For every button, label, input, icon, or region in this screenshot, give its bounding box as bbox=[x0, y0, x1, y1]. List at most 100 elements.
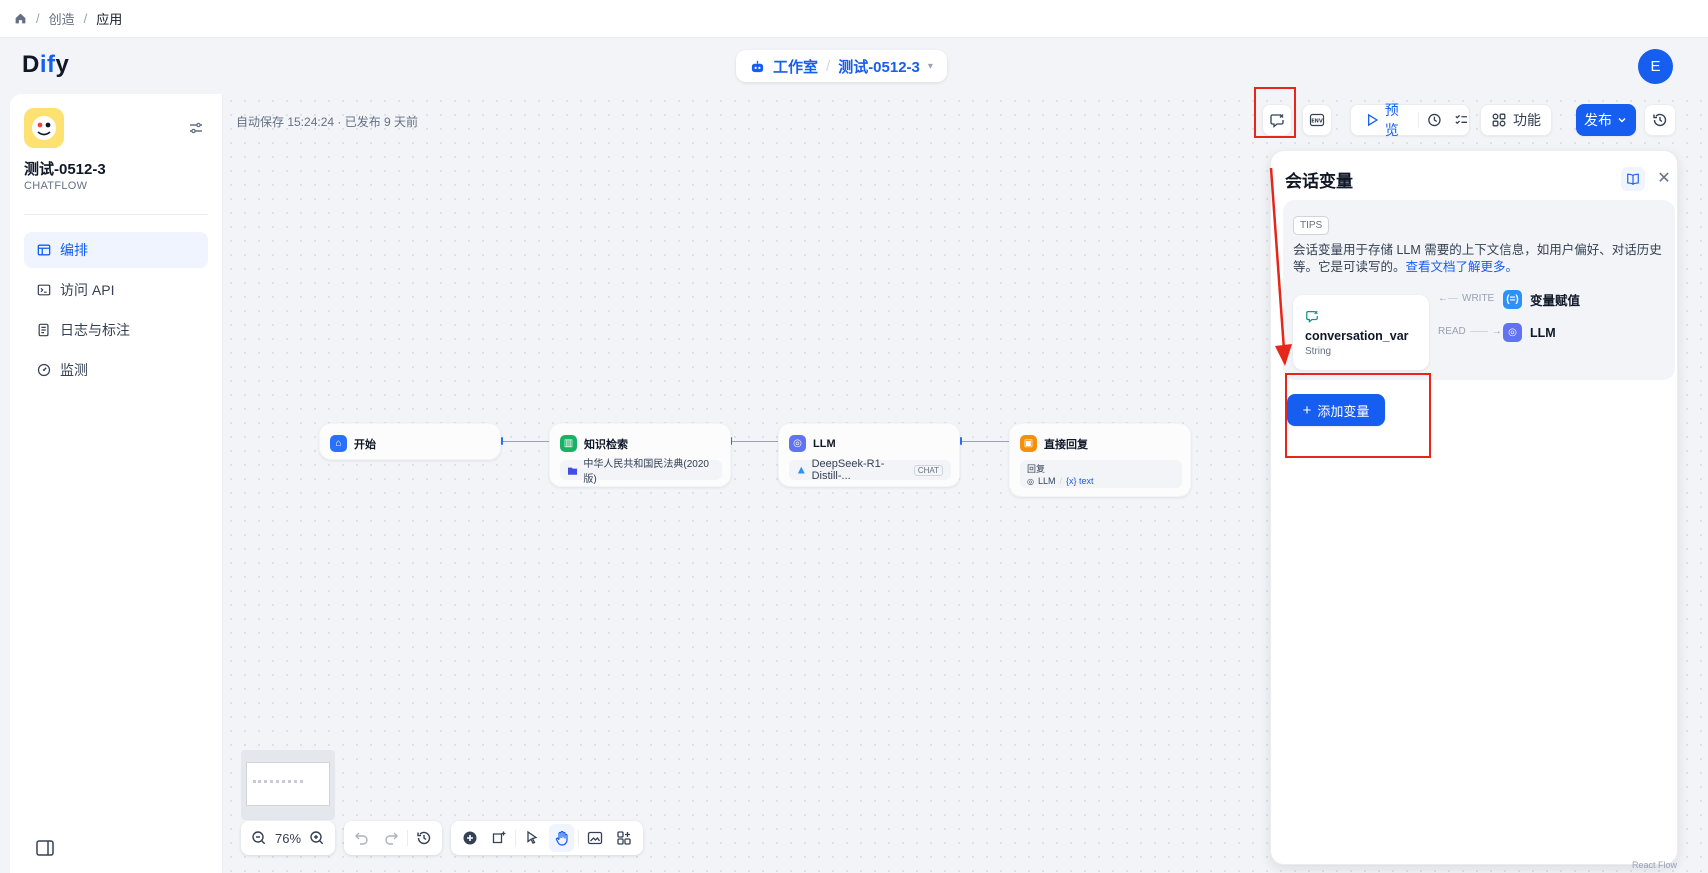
features-button[interactable]: 功能 bbox=[1480, 104, 1552, 136]
play-icon bbox=[1368, 113, 1379, 127]
gauge-icon bbox=[37, 363, 51, 377]
breadcrumb-item-create[interactable]: 创造 bbox=[49, 9, 75, 28]
chevron-down-icon bbox=[1618, 117, 1626, 123]
change-history-button[interactable] bbox=[412, 824, 436, 852]
home-icon[interactable] bbox=[14, 12, 27, 25]
node-knowledge-retrieval[interactable]: ▥ 知识检索 中华人民共和国民法典(2020版) bbox=[549, 423, 731, 487]
run-history-icon[interactable] bbox=[1427, 112, 1442, 128]
reply-icon: ▣ bbox=[1020, 435, 1037, 452]
breadcrumb-item-apps[interactable]: 应用 bbox=[96, 9, 122, 28]
add-note-button[interactable] bbox=[486, 824, 511, 852]
node-llm[interactable]: ◎ LLM DeepSeek-R1-Distill-... CHAT bbox=[778, 423, 960, 487]
redo-button[interactable] bbox=[378, 824, 402, 852]
edge-llm-answer bbox=[961, 441, 1015, 442]
sidebar-item-label: 日志与标注 bbox=[60, 322, 130, 338]
node-title: 开始 bbox=[354, 438, 376, 451]
node-title-row: ◎ LLM bbox=[789, 435, 836, 452]
chevron-down-icon[interactable]: ▾ bbox=[928, 61, 933, 72]
dify-logo[interactable]: Dify bbox=[22, 51, 69, 79]
variable-reference: ◎ LLM / {x} text bbox=[1027, 476, 1175, 486]
sidebar-item-logs[interactable]: 日志与标注 bbox=[24, 312, 208, 348]
separator: / bbox=[1059, 476, 1063, 486]
zoom-in-button[interactable] bbox=[305, 824, 329, 852]
book-open-icon bbox=[1627, 173, 1639, 185]
undo-button[interactable] bbox=[350, 824, 374, 852]
checklist-icon[interactable] bbox=[1454, 112, 1469, 128]
node-title: LLM bbox=[813, 437, 836, 450]
history-icon bbox=[1653, 113, 1667, 127]
dataset-chip: 中华人民共和国民法典(2020版) bbox=[560, 459, 722, 485]
source-handle[interactable] bbox=[501, 437, 503, 445]
organize-layout-button[interactable] bbox=[612, 824, 637, 852]
answer-content: 回复 ◎ LLM / {x} text bbox=[1020, 460, 1182, 488]
zoom-in-icon bbox=[310, 831, 324, 845]
preview-button[interactable]: 预览 bbox=[1365, 100, 1410, 140]
book-open-icon: ▥ bbox=[560, 435, 577, 452]
breadcrumb-separator: / bbox=[83, 11, 88, 26]
sidebar-collapse-icon[interactable] bbox=[36, 840, 54, 856]
sidebar-item-label: 访问 API bbox=[60, 282, 115, 298]
app-name[interactable]: 测试-0512-3 bbox=[838, 56, 920, 77]
write-node-name: 变量赋值 bbox=[1530, 294, 1581, 308]
llm-icon: ◎ bbox=[1503, 323, 1522, 342]
version-history-button[interactable] bbox=[1644, 104, 1676, 136]
layout-grid-icon bbox=[617, 831, 632, 845]
redo-icon bbox=[384, 832, 398, 845]
minimap-viewport[interactable] bbox=[246, 762, 330, 806]
zoom-level[interactable]: 76% bbox=[275, 831, 301, 846]
example-variable-card: conversation_var String bbox=[1293, 295, 1429, 370]
image-icon bbox=[588, 831, 603, 845]
pointer-mode-button[interactable] bbox=[520, 824, 545, 852]
workspace-name[interactable]: 工作室 bbox=[773, 56, 818, 77]
publish-button[interactable]: 发布 bbox=[1576, 104, 1636, 136]
read-node: ◎ LLM bbox=[1503, 323, 1556, 342]
write-label: WRITE bbox=[1462, 293, 1495, 304]
plus-circle-icon bbox=[463, 831, 477, 845]
settings-sliders-icon[interactable] bbox=[188, 120, 204, 136]
hand-mode-button[interactable] bbox=[548, 824, 575, 852]
env-variables-button[interactable]: ENV bbox=[1302, 104, 1332, 136]
sidebar-item-api[interactable]: 访问 API bbox=[24, 272, 208, 308]
add-node-button[interactable] bbox=[457, 824, 482, 852]
preview-toolbar-group: 预览 bbox=[1350, 102, 1470, 138]
history-controls bbox=[344, 821, 442, 855]
folder-icon bbox=[568, 467, 578, 475]
divider bbox=[24, 214, 208, 215]
annotation-highlight-box bbox=[1254, 87, 1296, 138]
workspace-app-switcher[interactable]: 工作室 / 测试-0512-3 ▾ bbox=[736, 50, 947, 82]
docs-button[interactable] bbox=[1621, 167, 1645, 191]
node-answer[interactable]: ▣ 直接回复 回复 ◎ LLM / {x} text bbox=[1009, 423, 1191, 497]
undo-icon bbox=[355, 832, 368, 845]
node-start[interactable]: ⌂ 开始 bbox=[319, 423, 501, 460]
avatar[interactable]: E bbox=[1638, 49, 1673, 84]
connector-line bbox=[1448, 298, 1458, 299]
publish-label: 发布 bbox=[1584, 112, 1612, 128]
sidebar-item-monitor[interactable]: 监测 bbox=[24, 352, 208, 388]
node-title: 知识检索 bbox=[584, 438, 628, 451]
app-icon bbox=[24, 108, 64, 148]
source-handle[interactable] bbox=[960, 437, 962, 445]
hand-icon bbox=[555, 830, 568, 846]
write-indicator: ← WRITE bbox=[1438, 293, 1494, 304]
minimap[interactable] bbox=[241, 750, 335, 820]
sidebar-item-orchestrate[interactable]: 编排 bbox=[24, 232, 208, 268]
breadcrumb-separator: / bbox=[36, 11, 40, 26]
node-title-row: ▣ 直接回复 bbox=[1020, 435, 1088, 452]
separator: / bbox=[826, 57, 831, 75]
docs-link[interactable]: 查看文档了解更多。 bbox=[1406, 260, 1519, 274]
minimap-nodes bbox=[253, 780, 303, 783]
file-list-icon bbox=[38, 323, 49, 337]
annotation-arrow bbox=[1269, 167, 1292, 366]
write-node: (=) 变量赋值 bbox=[1503, 290, 1580, 309]
dataset-name: 中华人民共和国民法典(2020版) bbox=[583, 459, 709, 485]
export-image-button[interactable] bbox=[583, 824, 608, 852]
tips-text: 会话变量用于存储 LLM 需要的上下文信息，如用户偏好、对话历史等。它是可读写的… bbox=[1293, 242, 1665, 276]
conversation-variables-panel: 会话变量 ✕ TIPS 会话变量用于存储 LLM 需要的上下文信息，如用户偏好、… bbox=[1270, 150, 1678, 865]
home-icon: ⌂ bbox=[330, 435, 347, 452]
annotation-highlight-box bbox=[1285, 373, 1431, 458]
sidebar-app-type: CHATFLOW bbox=[24, 180, 88, 192]
close-icon[interactable]: ✕ bbox=[1655, 169, 1673, 187]
variable-name: conversation_var bbox=[1305, 329, 1409, 343]
zoom-out-button[interactable] bbox=[247, 824, 271, 852]
react-flow-attribution[interactable]: React Flow bbox=[1632, 860, 1677, 870]
